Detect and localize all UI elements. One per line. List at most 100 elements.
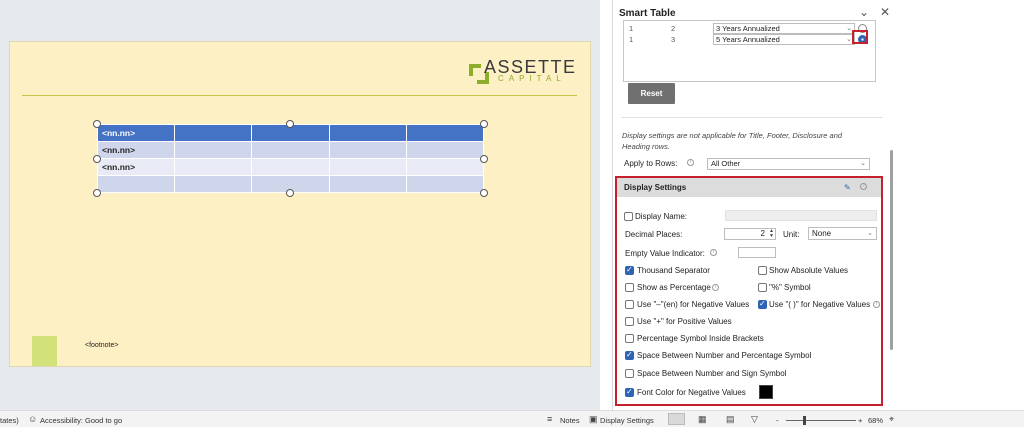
normal-view-button[interactable] <box>668 413 685 425</box>
apply-to-rows-label: Apply to Rows: <box>624 159 678 168</box>
table-cell[interactable] <box>328 124 407 142</box>
period-col-1: 1 <box>629 24 634 33</box>
use-en-dash-checkbox[interactable] <box>625 300 634 309</box>
space-sign-label: Space Between Number and Sign Symbol <box>637 369 787 378</box>
accessibility-icon[interactable]: ☺ <box>28 414 37 424</box>
highlight-box <box>852 30 868 44</box>
resize-handle[interactable] <box>480 120 488 128</box>
table-cell[interactable]: <nn.nn> <box>96 141 176 159</box>
resize-handle[interactable] <box>286 189 294 197</box>
slide-table[interactable]: <nn.nn> <nn.nn> <nn.nn> <box>96 124 485 193</box>
table-cell[interactable] <box>405 158 485 176</box>
period-select[interactable]: 5 Years Annualized ⌄ <box>713 34 855 45</box>
pane-scrollbar[interactable] <box>890 150 893 350</box>
resize-handle[interactable] <box>93 120 101 128</box>
reading-view-icon[interactable]: ▤ <box>726 414 735 425</box>
pane-title: Smart Table <box>619 8 676 19</box>
accessibility-status[interactable]: Accessibility: Good to go <box>40 416 122 425</box>
table-cell[interactable] <box>174 158 253 176</box>
percent-symbol-checkbox[interactable] <box>758 283 767 292</box>
display-settings-icon[interactable]: ▣ <box>589 414 598 425</box>
table-row: <nn.nn> <box>96 141 485 159</box>
pct-inside-brackets-checkbox[interactable] <box>625 334 634 343</box>
space-sign-checkbox[interactable] <box>625 369 634 378</box>
table-cell[interactable] <box>251 158 330 176</box>
notes-button[interactable]: Notes <box>560 416 580 425</box>
info-icon[interactable]: i <box>873 301 880 308</box>
table-cell[interactable] <box>328 175 407 193</box>
info-icon[interactable]: i <box>687 159 694 166</box>
decimal-places-stepper[interactable]: 2 ▲ ▼ <box>724 228 776 240</box>
table-cell[interactable] <box>328 158 407 176</box>
zoom-slider-track[interactable] <box>786 420 856 421</box>
period-select[interactable]: 3 Years Annualized ⌄ <box>713 23 855 34</box>
info-icon[interactable]: i <box>712 284 719 291</box>
table-row: <nn.nn> <box>96 158 485 176</box>
slide-sorter-icon[interactable]: ▦ <box>698 414 707 425</box>
empty-value-input[interactable] <box>738 247 776 258</box>
thousand-separator-checkbox[interactable] <box>625 265 634 275</box>
period-select-value: 5 Years Annualized <box>716 35 780 44</box>
decimal-places-value: 2 <box>760 229 765 238</box>
use-en-dash-label: Use "–"(en) for Negative Values <box>637 300 750 309</box>
display-settings-button[interactable]: Display Settings <box>600 416 654 425</box>
resize-handle[interactable] <box>286 120 294 128</box>
resize-handle[interactable] <box>93 189 101 197</box>
list-item: 1 3 5 Years Annualized ⌄ <box>624 34 875 45</box>
display-settings-note: Display settings are not applicable for … <box>622 131 843 151</box>
table-cell[interactable] <box>96 175 176 193</box>
slide[interactable] <box>9 41 591 367</box>
table-cell[interactable] <box>174 124 253 142</box>
table-cell[interactable] <box>174 175 253 193</box>
resize-handle[interactable] <box>93 155 101 163</box>
table-cell[interactable] <box>405 124 485 142</box>
use-plus-checkbox[interactable] <box>625 317 634 326</box>
unit-select-value: None <box>812 229 832 238</box>
period-list: 1 2 3 Years Annualized ⌄ 1 3 5 Years Ann… <box>623 20 876 82</box>
unit-select[interactable]: None ⌄ <box>808 227 877 240</box>
period-col-2: 3 <box>671 35 676 44</box>
period-select-value: 3 Years Annualized <box>716 24 780 33</box>
space-pct-label: Space Between Number and Percentage Symb… <box>637 351 812 360</box>
brush-icon[interactable]: ✎ <box>844 183 851 192</box>
display-name-checkbox[interactable] <box>624 212 633 221</box>
zoom-in-button[interactable]: + <box>858 416 862 425</box>
slideshow-icon[interactable]: ▽ <box>751 414 758 425</box>
info-icon[interactable]: i <box>710 249 717 256</box>
resize-handle[interactable] <box>480 155 488 163</box>
show-absolute-label: Show Absolute Values <box>769 266 849 275</box>
table-cell[interactable]: <nn.nn> <box>96 158 176 176</box>
reset-button[interactable]: Reset <box>628 83 675 104</box>
fit-to-window-icon[interactable]: ⌖ <box>889 414 894 425</box>
close-icon[interactable]: ✕ <box>880 5 890 19</box>
display-name-field <box>725 210 877 221</box>
list-item: 1 2 3 Years Annualized ⌄ <box>624 23 875 34</box>
use-parentheses-checkbox[interactable] <box>758 299 767 309</box>
chevron-down-icon[interactable]: ⌄ <box>859 5 869 19</box>
apply-to-rows-select[interactable]: All Other ⌄ <box>707 158 870 170</box>
negative-color-swatch[interactable] <box>759 385 773 399</box>
display-settings-title: Display Settings <box>624 183 687 192</box>
font-color-negative-checkbox[interactable] <box>625 387 634 397</box>
table-cell[interactable] <box>328 141 407 159</box>
table-cell[interactable] <box>174 141 253 159</box>
help-icon[interactable]: ? <box>860 183 867 190</box>
show-percentage-checkbox[interactable] <box>625 283 634 292</box>
space-pct-checkbox[interactable] <box>625 350 634 360</box>
table-cell[interactable] <box>405 141 485 159</box>
resize-handle[interactable] <box>480 189 488 197</box>
empty-value-label: Empty Value Indicator: <box>625 249 705 258</box>
show-absolute-checkbox[interactable] <box>758 266 767 275</box>
notes-icon[interactable]: ≡ <box>547 414 552 424</box>
zoom-level[interactable]: 68% <box>868 416 883 425</box>
zoom-slider-thumb[interactable] <box>803 416 806 425</box>
zoom-out-button[interactable]: - <box>776 416 779 425</box>
footer-accent-block <box>32 336 57 366</box>
table-cell[interactable] <box>251 141 330 159</box>
period-col-1: 1 <box>629 35 634 44</box>
footnote-placeholder[interactable]: <footnote> <box>85 342 118 349</box>
spinner-arrows-icon[interactable]: ▲ ▼ <box>769 229 774 239</box>
display-name-label: Display Name: <box>635 212 688 221</box>
table-cell[interactable]: <nn.nn> <box>96 124 176 142</box>
table-cell[interactable] <box>405 175 485 193</box>
